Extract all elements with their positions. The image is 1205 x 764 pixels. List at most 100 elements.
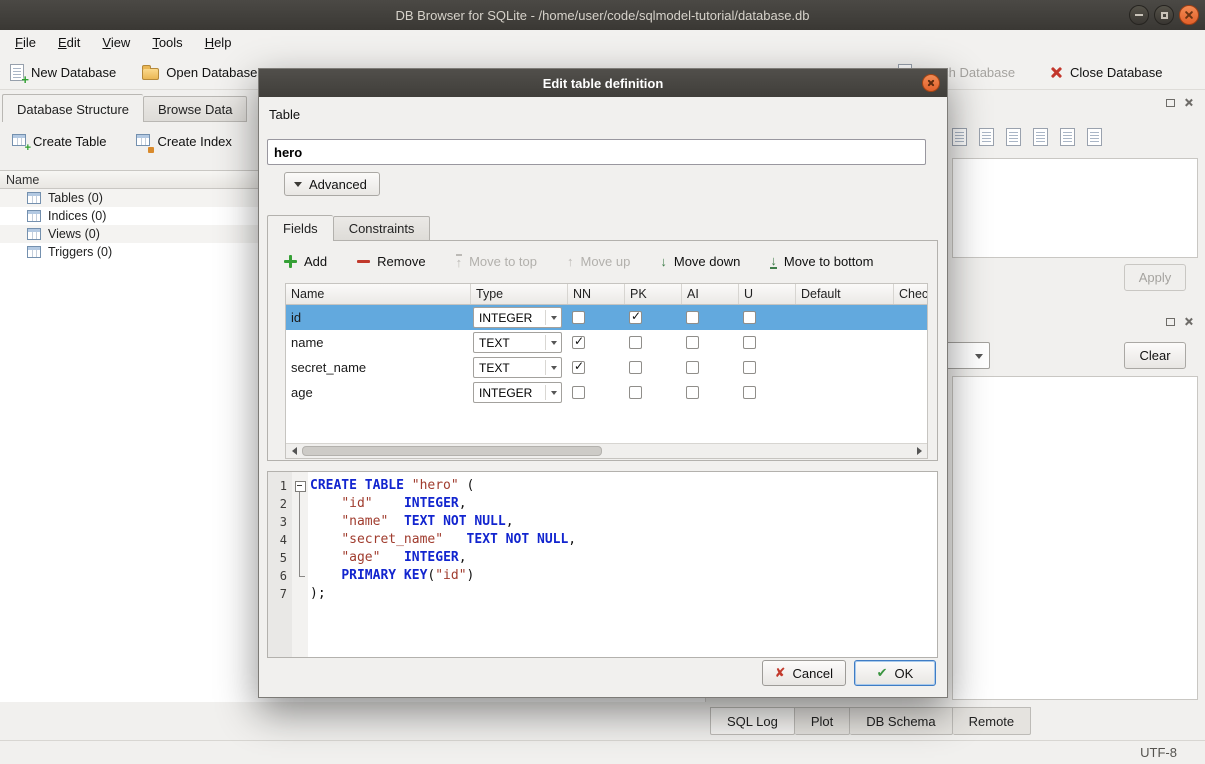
nn-checkbox[interactable]: [572, 386, 585, 399]
ai-checkbox[interactable]: [686, 361, 699, 374]
float-dock-icon[interactable]: [1166, 318, 1175, 326]
float-dock-icon[interactable]: [1166, 99, 1175, 107]
u-checkbox[interactable]: [743, 311, 756, 324]
tree-item-label: Indices (0): [48, 209, 106, 223]
scroll-left-button[interactable]: [287, 445, 301, 457]
dialog-tab-constraints[interactable]: Constraints: [333, 216, 431, 241]
cell-editor-icon[interactable]: [952, 128, 967, 146]
move-down-button[interactable]: Move down: [660, 254, 740, 269]
u-checkbox[interactable]: [743, 386, 756, 399]
column-header-nn[interactable]: NN: [568, 284, 625, 304]
menu-item-view[interactable]: View: [91, 30, 141, 56]
field-u-cell: [739, 355, 796, 380]
type-combobox[interactable]: TEXT: [473, 332, 562, 353]
u-checkbox[interactable]: [743, 361, 756, 374]
bottom-tab-db-schema[interactable]: DB Schema: [850, 707, 952, 735]
arrow-right-icon: [917, 447, 922, 455]
nn-checkbox[interactable]: [572, 336, 585, 349]
maximize-button[interactable]: [1154, 5, 1174, 25]
column-header-pk[interactable]: PK: [625, 284, 682, 304]
sql-token: ,: [459, 550, 467, 565]
scrollbar-thumb[interactable]: [302, 446, 602, 456]
ok-button[interactable]: OK: [854, 660, 936, 686]
scroll-right-button[interactable]: [912, 445, 926, 457]
open-folder-icon: [142, 68, 159, 80]
cell-editor-icon[interactable]: [1006, 128, 1021, 146]
field-row[interactable]: nameTEXT: [286, 330, 927, 355]
line-number: 1: [268, 477, 292, 495]
minimize-button[interactable]: [1129, 5, 1149, 25]
sql-log-area[interactable]: [952, 376, 1198, 700]
encoding-indicator: UTF-8: [1140, 745, 1177, 760]
tab-browse-data[interactable]: Browse Data: [143, 96, 247, 122]
column-header-u[interactable]: U: [739, 284, 796, 304]
new-database-button[interactable]: New Database: [10, 64, 116, 81]
open-database-button[interactable]: Open Database: [142, 65, 257, 80]
ai-checkbox[interactable]: [686, 311, 699, 324]
dialog-tab-fields[interactable]: Fields: [267, 215, 333, 241]
field-row[interactable]: secret_nameTEXT: [286, 355, 927, 380]
pk-checkbox[interactable]: [629, 386, 642, 399]
window-titlebar[interactable]: DB Browser for SQLite - /home/user/code/…: [0, 0, 1205, 30]
column-header-check[interactable]: Check: [894, 284, 928, 304]
menu-item-tools[interactable]: Tools: [141, 30, 193, 56]
remove-label: Remove: [377, 254, 425, 269]
close-dock-icon[interactable]: [1184, 317, 1193, 326]
column-header-type[interactable]: Type: [471, 284, 568, 304]
advanced-button[interactable]: Advanced: [284, 172, 380, 196]
clear-button[interactable]: Clear: [1124, 342, 1186, 369]
pk-checkbox[interactable]: [629, 311, 642, 324]
sql-line: 4 "secret_name" TEXT NOT NULL,: [268, 531, 937, 549]
create-index-button[interactable]: Create Index: [130, 130, 237, 153]
column-header-default[interactable]: Default: [796, 284, 894, 304]
cell-editor-textarea[interactable]: [952, 158, 1198, 258]
add-button[interactable]: Add: [284, 254, 327, 269]
bottom-tab-sql-log[interactable]: SQL Log: [710, 707, 795, 735]
bottom-tab-plot[interactable]: Plot: [795, 707, 850, 735]
close-window-button[interactable]: [1179, 5, 1199, 25]
dialog-titlebar[interactable]: Edit table definition: [259, 69, 947, 97]
edit-table-dialog: Edit table definition Table Advanced Fie…: [258, 68, 948, 698]
column-header-name[interactable]: Name: [286, 284, 471, 304]
cancel-button[interactable]: Cancel: [762, 660, 846, 686]
sql-lines: 1CREATE TABLE "hero" (2 "id" INTEGER,3 "…: [268, 477, 937, 603]
new-database-label: New Database: [31, 65, 116, 80]
type-combobox[interactable]: INTEGER: [473, 307, 562, 328]
column-header-ai[interactable]: AI: [682, 284, 739, 304]
create-table-button[interactable]: + Create Table: [6, 130, 112, 153]
close-database-button[interactable]: Close Database: [1050, 65, 1163, 80]
field-row[interactable]: idINTEGER: [286, 305, 927, 330]
bottom-tab-remote[interactable]: Remote: [953, 707, 1032, 735]
dialog-close-button[interactable]: [922, 74, 940, 92]
cell-editor-icon[interactable]: [1087, 128, 1102, 146]
move-to-bottom-button[interactable]: Move to bottom: [770, 254, 873, 269]
cell-editor-icon[interactable]: [1033, 128, 1048, 146]
tab-database-structure[interactable]: Database Structure: [2, 94, 143, 122]
dialog-title: Edit table definition: [543, 76, 664, 91]
close-dock-icon[interactable]: [1184, 98, 1193, 107]
cell-editor-icon[interactable]: [979, 128, 994, 146]
table-name-input[interactable]: [267, 139, 926, 165]
pk-checkbox[interactable]: [629, 361, 642, 374]
trigger-icon: [27, 246, 41, 258]
nn-checkbox[interactable]: [572, 311, 585, 324]
log-filter-combobox[interactable]: [944, 342, 990, 369]
horizontal-scrollbar[interactable]: [286, 443, 927, 458]
field-row[interactable]: ageINTEGER: [286, 380, 927, 405]
menu-item-file[interactable]: File: [4, 30, 47, 56]
cell-editor-icon[interactable]: [1060, 128, 1075, 146]
menu-item-edit[interactable]: Edit: [47, 30, 91, 56]
nn-checkbox[interactable]: [572, 361, 585, 374]
type-combobox[interactable]: INTEGER: [473, 382, 562, 403]
ai-checkbox[interactable]: [686, 386, 699, 399]
bottom-tabbar: SQL LogPlotDB SchemaRemote: [710, 707, 1031, 735]
menu-item-help[interactable]: Help: [194, 30, 243, 56]
ai-checkbox[interactable]: [686, 336, 699, 349]
sql-token: INTEGER: [404, 550, 459, 565]
sql-line: 6 PRIMARY KEY("id"): [268, 567, 937, 585]
pk-checkbox[interactable]: [629, 336, 642, 349]
u-checkbox[interactable]: [743, 336, 756, 349]
fold-marker-icon[interactable]: [292, 477, 308, 495]
type-combobox[interactable]: TEXT: [473, 357, 562, 378]
remove-button[interactable]: Remove: [357, 254, 425, 269]
